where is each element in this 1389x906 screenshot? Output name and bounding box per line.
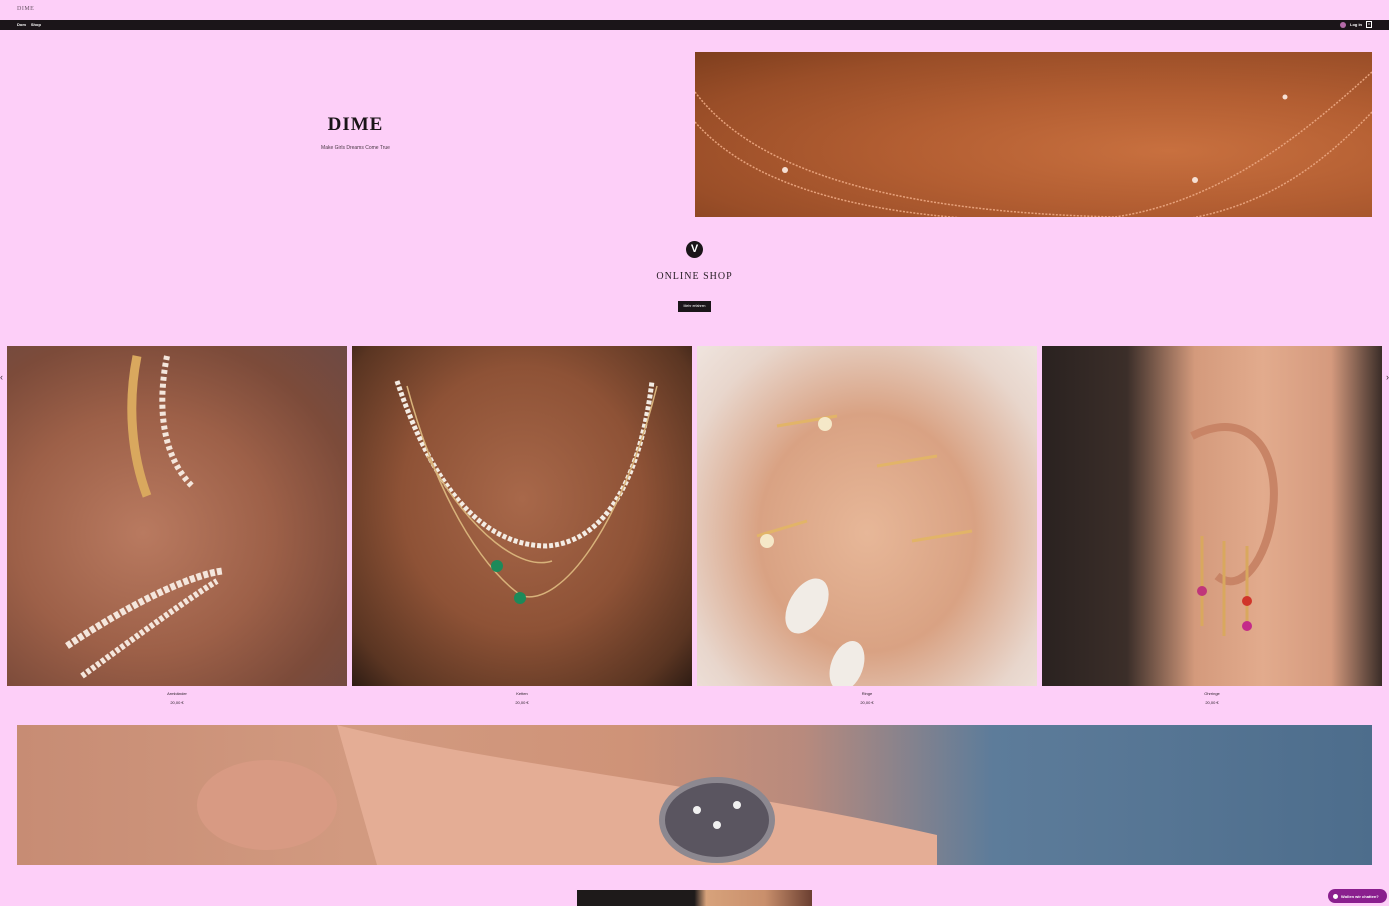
product-name[interactable]: Armbänder [7,691,347,696]
nav-link-shop[interactable]: Shop [31,22,41,27]
product-card-earrings[interactable]: Ohrringe 20,00 € [1042,346,1382,705]
brand-tagline: Make Girls Dreams Come True [321,145,390,151]
top-bar: DIME [0,0,1389,20]
product-name[interactable]: Ohrringe [1042,691,1382,696]
navigation-bar: Dom Shop Log in 0 [0,20,1389,30]
learn-more-button[interactable]: Mehr erfahren [678,301,711,312]
chat-bubble-icon [1333,893,1338,899]
brand-title: DIME [327,114,384,135]
product-price: 20,00 € [515,700,529,705]
chat-button[interactable]: Wollen wir chatten? [1328,889,1387,903]
nav-account-area: Log in 0 [1340,21,1372,28]
nav-link-home[interactable]: Dom [17,22,26,27]
rings-photo[interactable] [697,346,1037,686]
rings-banner-illustration [197,725,937,865]
user-avatar-icon[interactable] [1340,21,1346,28]
necklaces-photo[interactable] [352,346,692,686]
product-price: 20,00 € [1205,700,1219,705]
hero-brand-section: DIME Make Girls Dreams Come True [0,52,695,217]
product-card-necklaces[interactable]: Ketten 20,00 € [352,346,692,705]
login-link[interactable]: Log in [1350,22,1362,27]
product-price: 20,00 € [170,700,184,705]
promo-photo [577,890,812,906]
site-name[interactable]: DIME [17,6,34,12]
product-card-bracelets[interactable]: Armbänder 20,00 € [7,346,347,705]
rings-banner-photo [17,725,1372,865]
shop-logo-icon: V [686,241,703,258]
rings-illustration [756,414,973,686]
necklace-chains-illustration [695,71,1372,217]
carousel-prev-icon[interactable]: ‹ [0,372,3,382]
shop-heading: ONLINE SHOP [656,271,733,282]
bracelets-photo[interactable] [7,346,347,686]
product-card-rings[interactable]: Ringe 20,00 € [697,346,1037,705]
hero-necklace-photo [695,52,1372,217]
cart-icon[interactable]: 0 [1366,21,1372,28]
product-name[interactable]: Ketten [352,691,692,696]
earrings-illustration [1190,423,1278,636]
product-price: 20,00 € [860,700,874,705]
product-name[interactable]: Ringe [697,691,1037,696]
bracelets-illustration [65,355,223,679]
chat-label: Wollen wir chatten? [1341,893,1379,899]
nav-links: Dom Shop [17,22,41,27]
earrings-photo[interactable] [1042,346,1382,686]
necklaces-illustration [394,380,658,604]
